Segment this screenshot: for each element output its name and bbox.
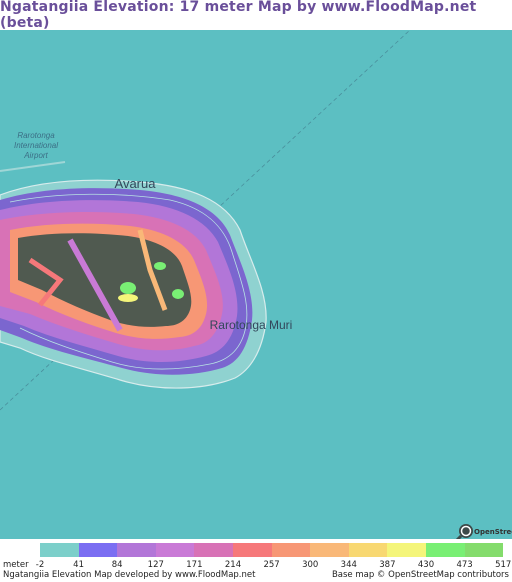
legend-unit-label: meter — [3, 560, 29, 570]
credit-right[interactable]: Base map © OpenStreetMap contributors — [332, 570, 509, 580]
elevation-map[interactable]: Rarotonga International Airport Avarua R… — [0, 30, 512, 539]
legend-tick-label: 387 — [379, 560, 396, 570]
legend-swatch — [117, 543, 156, 557]
legend-tick-label: 41 — [73, 560, 85, 570]
elevation-legend: meter -2 41 84 127 171 214 257 300 344 387 430 473 51… — [0, 539, 512, 582]
title-bar: Ngatangiia Elevation: 17 meter Map by ww… — [0, 0, 512, 31]
legend-tick-label: 214 — [224, 560, 242, 570]
legend-swatches — [40, 543, 504, 557]
legend-swatch — [425, 543, 465, 557]
legend-swatch — [464, 543, 504, 557]
legend-swatch — [271, 543, 311, 557]
peak-2 — [154, 262, 166, 270]
osm-badge-text: OpenStreetMap — [474, 528, 512, 536]
legend-swatch — [194, 543, 233, 557]
town-label-muri: Rarotonga Muri — [210, 318, 293, 332]
legend-swatch — [348, 543, 388, 557]
page-title: Ngatangiia Elevation: 17 meter Map by ww… — [0, 0, 477, 31]
airport-label-line2: International — [14, 141, 58, 150]
peak-halo — [118, 294, 138, 302]
legend-swatch — [40, 543, 79, 557]
legend-tick-label: 430 — [417, 560, 435, 570]
airport-label-line3: Airport — [23, 151, 48, 160]
legend-tick-label: 344 — [340, 560, 357, 570]
legend-tick-label: 171 — [186, 560, 203, 570]
legend-tick-label: 473 — [456, 560, 473, 570]
airport-label-line1: Rarotonga — [17, 131, 55, 140]
legend-swatch — [78, 543, 118, 557]
town-label-avarua: Avarua — [115, 176, 157, 191]
legend-swatch — [310, 543, 349, 557]
legend-tick-label: 127 — [147, 560, 164, 570]
peak-3 — [172, 289, 184, 299]
peak-1 — [120, 282, 136, 294]
legend-tick-label: 300 — [302, 560, 319, 570]
legend-tick-label: 257 — [263, 560, 280, 570]
legend-swatch — [232, 543, 272, 557]
legend-swatch — [155, 543, 195, 557]
legend-tick-label: 517 — [495, 560, 512, 570]
map-canvas: Rarotonga International Airport Avarua R… — [0, 30, 512, 539]
credit-left[interactable]: Ngatangiia Elevation Map developed by ww… — [3, 570, 255, 580]
legend-swatch — [387, 543, 426, 557]
credits: Ngatangiia Elevation Map developed by ww… — [0, 570, 512, 581]
legend-tick-label: 84 — [111, 560, 123, 570]
legend-tick-label: -2 — [35, 560, 45, 570]
